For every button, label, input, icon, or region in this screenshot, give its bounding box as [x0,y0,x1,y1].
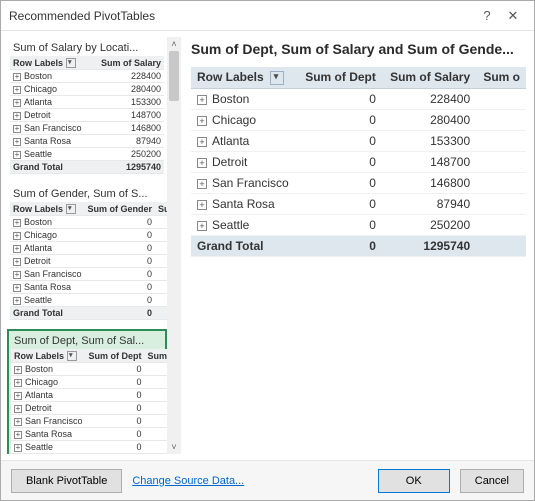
preview-pivottable: Row Labels Sum of Dept Sum of Salary Sum… [191,67,526,257]
expand-icon[interactable]: + [197,95,207,105]
filter-dropdown-icon[interactable] [270,71,284,85]
table-row[interactable]: +Chicago0280400 [191,109,526,130]
table-row[interactable]: +Santa Rosa087940 [191,193,526,214]
table-row[interactable]: +Detroit0148700 [191,151,526,172]
dialog-body: Sum of Salary by Locati... Row LabelsSum… [1,31,534,460]
col-row-labels[interactable]: Row Labels [191,67,297,88]
dialog-title: Recommended PivotTables [9,9,474,23]
thumb-caption: Sum of Salary by Locati... [10,40,164,56]
cancel-button[interactable]: Cancel [460,469,524,493]
table-row[interactable]: +Seattle0250200 [191,214,526,235]
dropdown-icon[interactable] [66,58,76,68]
help-icon[interactable]: ? [474,3,500,29]
pivot-thumb-salary-by-location[interactable]: Sum of Salary by Locati... Row LabelsSum… [7,37,167,177]
thumb-table: Row LabelsSum of GenderSum of Salary +Bo… [10,202,167,320]
recommendations-panel: Sum of Salary by Locati... Row LabelsSum… [1,31,181,460]
table-row[interactable]: +Atlanta0153300 [191,130,526,151]
scroll-down-icon[interactable]: ˅ [167,440,181,454]
pivot-thumb-dept-salary[interactable]: Sum of Dept, Sum of Sal... Row LabelsSum… [7,329,167,454]
scroll-up-icon[interactable]: ˄ [167,37,181,51]
pivot-thumb-gender-salary[interactable]: Sum of Gender, Sum of S... Row LabelsSum… [7,183,167,323]
thumb-table: Row LabelsSum of Salary +Boston228400 +C… [10,56,164,174]
change-source-data-link[interactable]: Change Source Data... [132,475,244,487]
table-row[interactable]: +San Francisco0146800 [191,172,526,193]
thumb-caption: Sum of Gender, Sum of S... [10,186,164,202]
col-sum-salary: Sum of Salary [382,67,476,88]
dialog-footer: Blank PivotTable Change Source Data... O… [1,460,534,500]
expand-icon[interactable]: + [13,73,21,81]
titlebar: Recommended PivotTables ? ✕ [1,1,534,31]
thumb-caption: Sum of Dept, Sum of Sal... [11,333,163,349]
dropdown-icon[interactable] [66,204,76,214]
preview-panel: Sum of Dept, Sum of Salary and Sum of Ge… [181,31,534,460]
ok-button[interactable]: OK [378,469,450,493]
col-sum-dept: Sum of Dept [297,67,382,88]
preview-title: Sum of Dept, Sum of Salary and Sum of Ge… [191,41,526,57]
dropdown-icon[interactable] [67,351,77,361]
close-icon[interactable]: ✕ [500,3,526,29]
blank-pivottable-button[interactable]: Blank PivotTable [11,469,122,493]
thumb-table: Row LabelsSum of DeptSum of SalaryS +Bos… [11,349,167,454]
thumbnail-column: Sum of Salary by Locati... Row LabelsSum… [7,37,167,454]
recommended-pivottables-dialog: Recommended PivotTables ? ✕ Sum of Salar… [0,0,535,501]
thumbnail-scrollbar[interactable]: ˄ ˅ [167,37,181,454]
grand-total-row: Grand Total01295740 [191,235,526,256]
col-sum-extra: Sum o [476,67,526,88]
scroll-track[interactable] [167,51,181,440]
scroll-thumb[interactable] [169,51,179,101]
table-row[interactable]: +Boston0228400 [191,88,526,109]
